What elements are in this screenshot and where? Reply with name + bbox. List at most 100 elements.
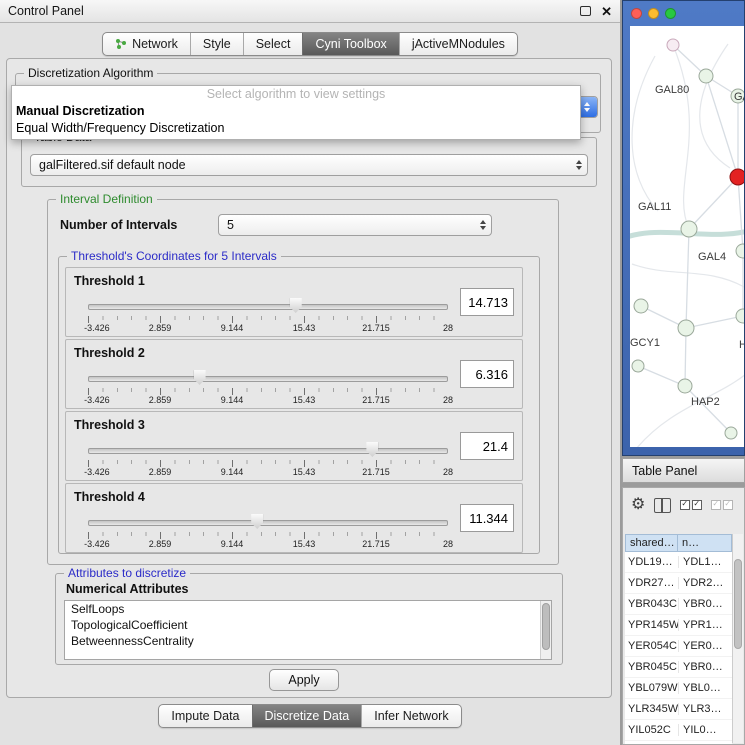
slider-track[interactable] [88,304,448,310]
svg-text:H: H [739,339,744,351]
tab-select[interactable]: Select [243,33,303,55]
tab-infer-network[interactable]: Infer Network [361,705,460,727]
dropdown-option-manual-discretization[interactable]: Manual Discretization [12,103,580,120]
table-data-combobox-value: galFiltered.sif default node [31,158,571,172]
checkbox-icon [680,500,690,510]
dropdown-option-equal-width-frequency[interactable]: Equal Width/Frequency Discretization [12,120,580,137]
tab-impute-data[interactable]: Impute Data [159,705,251,727]
list-scrollbar[interactable] [540,601,551,659]
tick-label: 9.144 [221,323,244,333]
list-item[interactable]: TopologicalCoefficient [65,617,551,633]
slider-track[interactable] [88,376,448,382]
threshold-4-slider[interactable] [88,514,448,530]
cell: YPR145W [625,619,678,631]
algorithm-group-title: Discretization Algorithm [24,66,157,80]
number-of-intervals-combobox[interactable]: 5 [218,214,492,236]
zoom-traffic-light[interactable] [665,8,676,19]
threshold-2-slider[interactable] [88,370,448,386]
tick-label: 15.43 [293,539,316,549]
slider-track[interactable] [88,448,448,454]
cyni-toolbox-panel: Discretization Algorithm Select algorith… [6,58,612,698]
tab-jactivemodules[interactable]: jActiveMNodules [399,33,517,55]
list-item[interactable]: BetweennessCentrality [65,633,551,649]
table-scrollbar[interactable] [732,534,743,743]
gear-icon[interactable]: ⚙ [631,497,645,513]
tick-label: -3.426 [84,323,110,333]
threshold-1-slider[interactable] [88,298,448,314]
tab-network-label: Network [132,37,178,51]
tick-label: 9.144 [221,539,244,549]
tick-label: -3.426 [84,539,110,549]
network-icon [115,38,127,50]
table-panel-bar[interactable]: Table Panel [622,458,745,483]
slider-thumb[interactable] [366,442,378,457]
numerical-attributes-list[interactable]: SelfLoops TopologicalCoefficient Between… [64,600,552,660]
slider-track[interactable] [88,520,448,526]
table-row[interactable]: YLR345W YLR3… [625,699,732,720]
table-row[interactable]: YBR043C YBR0… [625,594,732,615]
svg-text:GAL4: GAL4 [698,251,726,263]
tab-cyni-toolbox[interactable]: Cyni Toolbox [302,33,398,55]
threshold-2-value-field[interactable]: 6.316 [460,360,514,388]
slider-scale: -3.426 2.859 9.144 15.43 21.715 28 [88,467,448,477]
tab-network[interactable]: Network [103,33,190,55]
network-window-titlebar [623,1,744,25]
threshold-4-label: Threshold 4 [74,490,145,504]
table-data-combobox[interactable]: galFiltered.sif default node [30,154,588,176]
select-all-icon[interactable] [680,500,702,510]
column-header-shared-name[interactable]: shared… [625,534,678,552]
table-header-row: shared… n… [625,534,732,552]
scrollbar-thumb[interactable] [542,603,550,650]
table-row[interactable]: YBR045C YBR0… [625,657,732,678]
table-row[interactable]: YDR27… YDR2… [625,573,732,594]
thresholds-group: Threshold's Coordinates for 5 Intervals … [58,256,540,554]
apply-button[interactable]: Apply [269,669,339,691]
minimize-traffic-light[interactable] [648,8,659,19]
threshold-3-slider[interactable] [88,442,448,458]
table-row[interactable]: YIL052C YIL0… [625,720,732,741]
float-window-icon[interactable] [580,6,591,16]
dropdown-placeholder-option[interactable]: Select algorithm to view settings [12,86,580,103]
deselect-all-icon[interactable] [711,500,733,510]
node-table: shared… n… YDL19… YDL1… YDR27… YDR2… YBR… [625,534,732,744]
tick-label: 2.859 [149,539,172,549]
threshold-1-label: Threshold 1 [74,274,145,288]
tab-style[interactable]: Style [190,33,243,55]
thresholds-group-title: Threshold's Coordinates for 5 Intervals [67,249,281,263]
table-row[interactable]: YDL19… YDL1… [625,552,732,573]
network-canvas[interactable]: GAL80GAGAL11GAL4GCY1HAP2H [630,26,744,447]
threshold-3-value-field[interactable]: 21.4 [460,432,514,460]
table-row[interactable]: YER054C YER0… [625,636,732,657]
tab-discretize-data[interactable]: Discretize Data [252,705,362,727]
svg-text:GAL11: GAL11 [638,201,671,213]
table-row[interactable]: YPR145W YPR1… [625,615,732,636]
control-panel-title: Control Panel [8,4,580,18]
threshold-4-value-field[interactable]: 11.344 [460,504,514,532]
slider-thumb[interactable] [194,370,206,385]
close-icon[interactable]: ✕ [601,5,612,18]
cell: YDL19… [625,556,678,568]
cell: YIL052C [625,724,678,736]
tick-label: 2.859 [149,323,172,333]
tick-label: 2.859 [149,467,172,477]
table-toolbar: ⚙ [623,488,744,522]
table-panel-title: Table Panel [632,464,697,478]
cell: YBR045C [625,661,678,673]
tab-jactivemodules-label: jActiveMNodules [412,37,505,51]
slider-thumb[interactable] [251,514,263,529]
scrollbar-thumb[interactable] [734,559,742,649]
slider-ticks [88,460,448,467]
tick-label: 28 [443,323,453,333]
table-row[interactable]: YBL079W YBL0… [625,678,732,699]
list-item[interactable]: SelfLoops [65,601,551,617]
network-svg[interactable]: GAL80GAGAL11GAL4GCY1HAP2H [630,26,744,447]
control-panel-titlebar: Control Panel ✕ [0,0,620,23]
top-tab-bar: Network Style Select Cyni Toolbox jActiv… [0,32,620,56]
column-chooser-icon[interactable] [654,498,671,513]
column-header-name[interactable]: n… [678,534,732,552]
slider-thumb[interactable] [290,298,302,313]
threshold-1-value-field[interactable]: 14.713 [460,288,514,316]
table-data-group: Table Data galFiltered.sif default node [21,137,597,187]
close-traffic-light[interactable] [631,8,642,19]
slider-ticks [88,388,448,395]
